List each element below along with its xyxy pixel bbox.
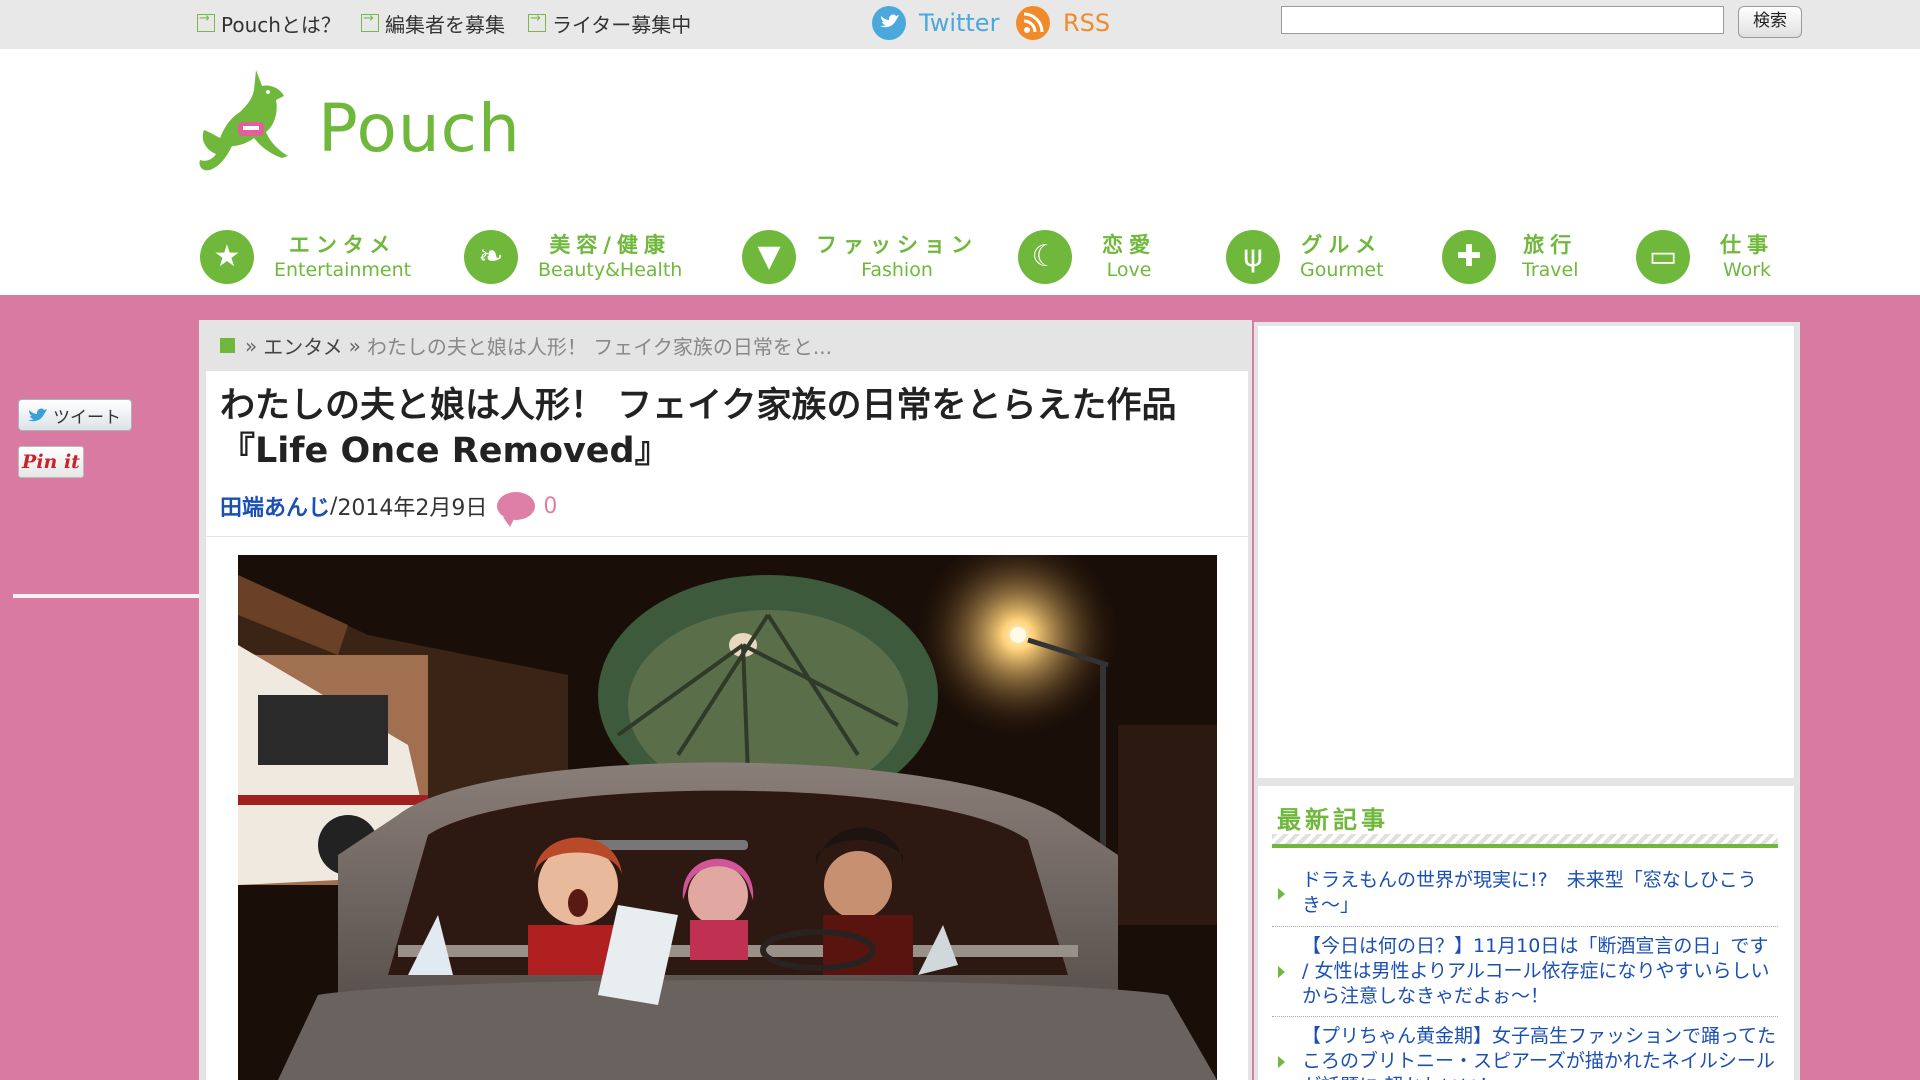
twitter-bird-icon [28, 408, 47, 422]
pin-it-button[interactable]: Pin it [18, 446, 84, 478]
news-divider [1272, 1016, 1778, 1018]
nav-travel[interactable]: ✚ 旅行 Travel [1442, 226, 1578, 288]
card-icon: ▭ [1636, 230, 1690, 284]
arrow-box-icon [361, 11, 379, 32]
twitter-bird-icon [872, 6, 906, 40]
triangle-bullet-icon [1278, 888, 1285, 900]
nav-gourmet[interactable]: ψ グルメ Gourmet [1226, 226, 1384, 288]
nav-entertainment[interactable]: ★ エンタメ Entertainment [200, 226, 411, 288]
news-item[interactable]: 【プリちゃん黄金期】女子高生ファッションで踊ってたころのブリトニー・スピアーズが… [1272, 1024, 1778, 1080]
site-logo-text[interactable]: Pouch [318, 90, 521, 167]
nav-fashion[interactable]: ▼ ファッション Fashion [742, 226, 978, 288]
post-date: 2014年2月9日 [337, 496, 488, 521]
writer-recruit-link[interactable]: ライター募集中 [528, 10, 691, 37]
breadcrumb: » エンタメ » わたしの夫と娘は人形！ フェイク家族の日常をと... [220, 331, 832, 360]
breadcrumb-current: わたしの夫と娘は人形！ フェイク家族の日常をと... [366, 335, 832, 359]
fork-knife-icon: ψ [1226, 230, 1280, 284]
breadcrumb-category-link[interactable]: エンタメ [263, 331, 342, 360]
about-pouch-link[interactable]: Pouchとは？ [197, 10, 341, 37]
article-meta: 田端あんじ / 2014年2月9日 0 [220, 490, 557, 527]
search-input[interactable] [1281, 6, 1724, 34]
home-square-icon[interactable] [220, 338, 235, 353]
triangle-bullet-icon [1278, 966, 1285, 978]
meta-divider [206, 536, 1248, 537]
rss-icon [1016, 6, 1050, 40]
comment-bubble-icon[interactable] [497, 492, 536, 527]
leaf-icon: ❧ [464, 230, 518, 284]
nav-work[interactable]: ▭ 仕事 Work [1636, 226, 1774, 288]
crescent-icon: ☾ [1018, 230, 1072, 284]
article-photo [238, 555, 1217, 1080]
kangaroo-logo-icon[interactable] [196, 66, 300, 184]
latest-articles-rule [1272, 834, 1778, 848]
left-divider [13, 594, 209, 598]
triangle-bullet-icon [1278, 1056, 1285, 1068]
search-button[interactable]: 検索 [1738, 6, 1802, 38]
comment-count[interactable]: 0 [543, 494, 557, 519]
news-item[interactable]: ドラえもんの世界が現実に!? 未来型「窓なしひこうき〜」 [1272, 868, 1778, 920]
editor-recruit-link[interactable]: 編集者を募集 [361, 10, 505, 37]
nav-love[interactable]: ☾ 恋愛 Love [1018, 226, 1156, 288]
news-divider [1272, 926, 1778, 928]
article-title: わたしの夫と娘は人形！ フェイク家族の日常をとらえた作品 『Life Once … [220, 386, 1177, 471]
news-item[interactable]: 【今日は何の日？】11月10日は「断酒宣言の日」です / 女性は男性よりアルコー… [1272, 934, 1778, 1010]
arrow-box-icon [197, 11, 215, 32]
globe-icon: ✚ [1442, 230, 1496, 284]
arrow-box-icon [528, 11, 546, 32]
shirt-icon: ▼ [742, 230, 796, 284]
author-link[interactable]: 田端あんじ [220, 490, 330, 522]
ad-slot [1258, 326, 1794, 778]
twitter-link[interactable]: Twitter [871, 5, 999, 41]
latest-articles-title: 最新記事 [1277, 806, 1389, 834]
tweet-button[interactable]: ツイート [18, 399, 132, 431]
nav-beauty-health[interactable]: ❧ 美容/健康 Beauty&Health [464, 226, 682, 288]
rss-link[interactable]: RSS [1015, 5, 1110, 41]
star-icon: ★ [200, 230, 254, 284]
